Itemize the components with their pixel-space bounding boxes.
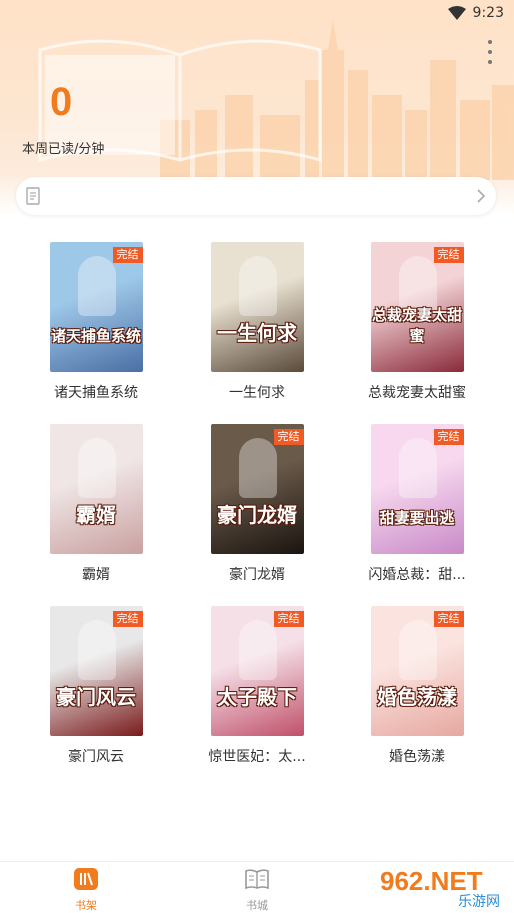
completed-badge: 完结 (112, 611, 143, 627)
tab-bookshelf-label: 书架 (75, 899, 97, 912)
book-title: 惊世医妃：太... (208, 749, 306, 765)
cover-title: 豪门龙婿 (217, 503, 297, 527)
book-cover[interactable]: 甜妻要出逃 完结 (370, 424, 464, 554)
completed-badge: 完结 (273, 429, 304, 445)
dot-icon (488, 60, 492, 64)
completed-badge: 完结 (433, 429, 464, 445)
book-item[interactable]: 一生何求 一生何求 (177, 242, 337, 402)
completed-badge: 完结 (433, 247, 464, 263)
cover-title: 太子殿下 (217, 685, 297, 709)
cover-figure (398, 620, 437, 680)
completed-badge: 完结 (273, 611, 304, 627)
dot-icon (488, 40, 492, 44)
notice-bar[interactable] (16, 177, 496, 215)
bookshelf-icon (74, 868, 98, 890)
cover-figure (77, 438, 116, 498)
book-cover[interactable]: 一生何求 (210, 242, 304, 372)
book-cover[interactable]: 太子殿下 完结 (210, 606, 304, 736)
cover-title: 诸天捕鱼系统 (50, 327, 141, 345)
book-cover[interactable]: 豪门风云 完结 (49, 606, 143, 736)
cover-figure (398, 438, 437, 498)
cover-figure (238, 256, 277, 316)
book-cover[interactable]: 霸婿 (49, 424, 143, 554)
tab-bookstore[interactable]: 书城 (227, 867, 287, 913)
wifi-icon (448, 6, 466, 20)
book-cover[interactable]: 总裁宠妻太甜蜜 完结 (370, 242, 464, 372)
dot-icon (488, 50, 492, 54)
book-cover[interactable]: 豪门龙婿 完结 (210, 424, 304, 554)
weekly-read-count: 0 (50, 80, 73, 124)
cover-figure (77, 256, 116, 316)
book-item[interactable]: 豪门龙婿 完结豪门龙婿 (177, 424, 337, 584)
cover-figure (238, 620, 277, 680)
status-bar: 9:23 (0, 0, 514, 28)
chevron-right-icon (477, 189, 486, 203)
book-item[interactable]: 婚色荡漾 完结婚色荡漾 (337, 606, 497, 766)
tab-bookstore-label: 书城 (246, 899, 268, 912)
cover-title: 婚色荡漾 (377, 685, 457, 709)
watermark-subtext: 乐游网 (458, 894, 500, 910)
cover-title: 总裁宠妻太甜蜜 (371, 306, 462, 345)
document-icon (26, 187, 40, 205)
cover-title: 豪门风云 (56, 685, 136, 709)
cover-title: 一生何求 (217, 321, 297, 345)
book-title: 诸天捕鱼系统 (54, 385, 138, 401)
cover-title: 甜妻要出逃 (379, 509, 455, 527)
cover-figure (238, 438, 277, 498)
completed-badge: 完结 (433, 611, 464, 627)
book-item[interactable]: 霸婿 霸婿 (16, 424, 176, 584)
cover-title: 霸婿 (76, 503, 116, 527)
book-item[interactable]: 豪门风云 完结豪门风云 (16, 606, 176, 766)
completed-badge: 完结 (112, 247, 143, 263)
book-title: 一生何求 (229, 385, 285, 401)
more-menu-button[interactable] (484, 40, 496, 64)
watermark-text: 962.NET (380, 866, 483, 896)
cover-figure (77, 620, 116, 680)
book-title: 霸婿 (82, 567, 110, 583)
tab-bookshelf[interactable]: 书架 (56, 867, 116, 913)
book-cover[interactable]: 婚色荡漾 完结 (370, 606, 464, 736)
book-title: 闪婚总裁：甜... (368, 567, 466, 583)
book-title: 豪门龙婿 (229, 567, 285, 583)
book-item[interactable]: 太子殿下 完结惊世医妃：太... (177, 606, 337, 766)
book-cover[interactable]: 诸天捕鱼系统 完结 (49, 242, 143, 372)
status-time: 9:23 (472, 5, 504, 21)
open-book-icon (245, 869, 269, 890)
book-item[interactable]: 总裁宠妻太甜蜜 完结总裁宠妻太甜蜜 (337, 242, 497, 402)
book-title: 婚色荡漾 (389, 749, 445, 765)
book-title: 总裁宠妻太甜蜜 (368, 385, 466, 401)
book-title: 豪门风云 (68, 749, 124, 765)
book-item[interactable]: 甜妻要出逃 完结闪婚总裁：甜... (337, 424, 497, 584)
site-watermark: 962.NET 乐游网 (376, 862, 514, 910)
book-item[interactable]: 诸天捕鱼系统 完结诸天捕鱼系统 (16, 242, 176, 402)
weekly-read-label: 本周已读/分钟 (22, 142, 105, 157)
